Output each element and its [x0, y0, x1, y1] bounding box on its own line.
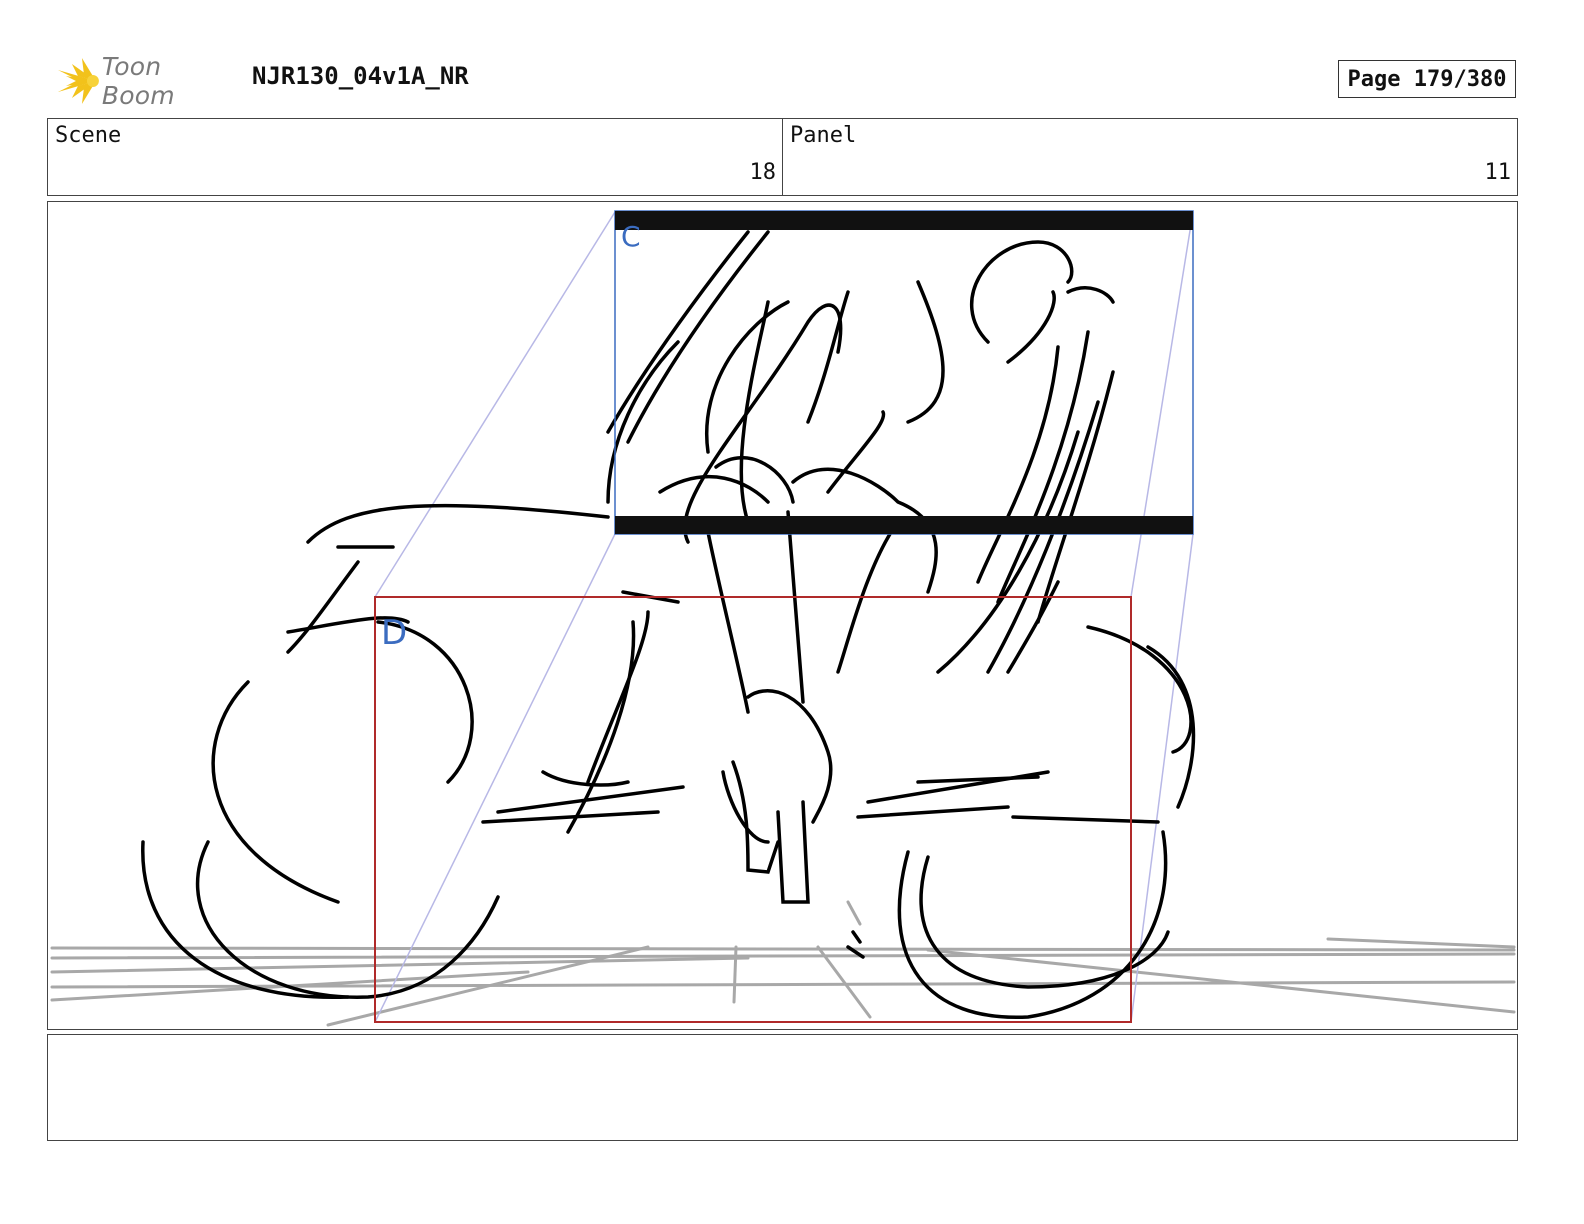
camera-frame-c: C	[614, 210, 1194, 535]
starburst-icon	[57, 58, 99, 104]
scene-panel-info: Scene 18 Panel 11	[47, 118, 1518, 196]
toon-boom-logo: Toon Boom	[52, 52, 242, 110]
notes-box	[47, 1034, 1518, 1141]
panel-label: Panel	[790, 123, 857, 148]
scene-cell: Scene 18	[48, 119, 782, 195]
camera-c-label: C	[621, 220, 641, 253]
project-name: NJR130_04v1A_NR	[252, 62, 469, 90]
ground-lines	[50, 900, 1516, 1027]
character-sketch	[141, 230, 1196, 1019]
logo-text: Toon Boom	[101, 52, 175, 110]
scene-label: Scene	[55, 123, 122, 148]
storyboard-panel: C D	[47, 201, 1518, 1030]
panel-number: 11	[1484, 160, 1512, 185]
camera-d-label: D	[381, 613, 407, 653]
panel-cell: Panel 11	[782, 119, 1517, 195]
page-indicator: Page 179/380	[1338, 60, 1516, 98]
scene-number: 18	[749, 160, 777, 185]
panel-drawing: C D	[50, 210, 1516, 1027]
